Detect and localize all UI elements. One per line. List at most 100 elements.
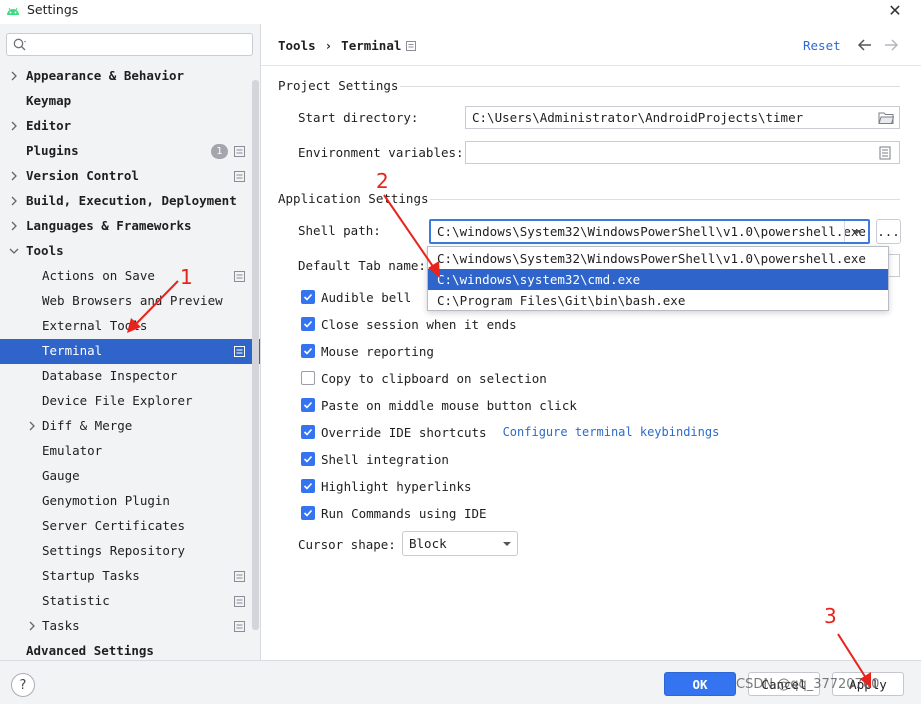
back-arrow-icon[interactable] (856, 37, 874, 53)
checkbox-row-copy-to-clipboard-on-selection[interactable]: Copy to clipboard on selection (301, 368, 547, 388)
project-scope-icon (234, 146, 245, 157)
annotation-number-3: 3 (824, 604, 837, 628)
sidebar-item-diff-merge[interactable]: Diff & Merge (0, 414, 260, 439)
sidebar-item-statistic[interactable]: Statistic (0, 589, 260, 614)
checkbox-checked[interactable] (301, 506, 315, 520)
ok-button[interactable]: OK (664, 672, 736, 696)
checkbox-row-highlight-hyperlinks[interactable]: Highlight hyperlinks (301, 476, 472, 496)
title-bar: Settings ✕ (0, 0, 921, 24)
close-button[interactable]: ✕ (884, 0, 906, 20)
project-scope-icon (234, 596, 245, 607)
checkbox-checked[interactable] (301, 398, 315, 412)
shell-option-powershell[interactable]: C:\windows\System32\WindowsPowerShell\v1… (428, 248, 888, 269)
checkmark-icon (303, 293, 313, 301)
checkbox-label: Highlight hyperlinks (321, 478, 472, 494)
sidebar-item-startup-tasks[interactable]: Startup Tasks (0, 564, 260, 589)
checkbox-row-paste-on-middle-mouse-button-click[interactable]: Paste on middle mouse button click (301, 395, 577, 415)
checkbox-row-audible-bell[interactable]: Audible bell (301, 287, 411, 307)
chevron-right-icon[interactable] (8, 70, 20, 82)
checkbox-checked[interactable] (301, 317, 315, 331)
search-box[interactable] (6, 33, 253, 56)
chevron-down-icon[interactable] (8, 245, 20, 257)
sidebar-item-device-file-explorer[interactable]: Device File Explorer (0, 389, 260, 414)
sidebar-item-settings-repository[interactable]: Settings Repository (0, 539, 260, 564)
checkbox-label: Shell integration (321, 451, 449, 467)
checkbox-row-close-session-when-it-ends[interactable]: Close session when it ends (301, 314, 517, 334)
folder-icon[interactable] (878, 111, 894, 125)
sidebar-item-server-certificates[interactable]: Server Certificates (0, 514, 260, 539)
sidebar-item-tools[interactable]: Tools (0, 239, 260, 264)
sidebar-item-advanced-settings[interactable]: Advanced Settings (0, 639, 260, 660)
sidebar-item-languages-frameworks[interactable]: Languages & Frameworks (0, 214, 260, 239)
shell-option-cmd[interactable]: C:\windows\system32\cmd.exe (428, 269, 888, 290)
chevron-right-icon[interactable] (8, 195, 20, 207)
checkmark-icon (303, 455, 313, 463)
checkmark-icon (303, 509, 313, 517)
sidebar-item-editor[interactable]: Editor (0, 114, 260, 139)
cursor-shape-label: Cursor shape: (298, 537, 396, 552)
sidebar-item-build-execution-deployment[interactable]: Build, Execution, Deployment (0, 189, 260, 214)
sidebar-item-label: Editor (26, 118, 72, 133)
edit-list-icon[interactable] (879, 146, 891, 160)
checkbox-row-override-ide-shortcuts[interactable]: Override IDE shortcuts Configure terminal… (301, 422, 719, 442)
checkbox-checked[interactable] (301, 425, 315, 439)
chevron-right-icon[interactable] (26, 420, 38, 432)
checkmark-icon (303, 320, 313, 328)
breadcrumb-separator: › (324, 38, 333, 53)
help-button[interactable]: ? (11, 673, 35, 697)
chevron-right-icon[interactable] (26, 620, 38, 632)
cancel-button[interactable]: Cancel (748, 672, 820, 696)
start-directory-field[interactable]: C:\Users\Administrator\AndroidProjects\t… (465, 106, 900, 129)
checkbox-label: Copy to clipboard on selection (321, 370, 547, 386)
sidebar-item-plugins[interactable]: Plugins 1 (0, 139, 260, 164)
reset-link[interactable]: Reset (803, 38, 841, 53)
shell-path-dropdown-button[interactable] (844, 221, 869, 242)
chevron-right-icon[interactable] (8, 120, 20, 132)
sidebar-item-emulator[interactable]: Emulator (0, 439, 260, 464)
sidebar-item-actions-on-save[interactable]: Actions on Save (0, 264, 260, 289)
cursor-shape-select[interactable]: Block (402, 531, 518, 556)
sidebar-item-label: Diff & Merge (42, 418, 133, 433)
checkbox-checked[interactable] (301, 344, 315, 358)
sidebar-item-appearance-behavior[interactable]: Appearance & Behavior (0, 64, 260, 89)
checkbox-checked[interactable] (301, 452, 315, 466)
browse-shell-button[interactable]: ... (876, 219, 901, 244)
checkbox-row-run-commands-using-ide[interactable]: Run Commands using IDE (301, 503, 487, 523)
checkbox-unchecked[interactable] (301, 371, 315, 385)
apply-button[interactable]: Apply (832, 672, 904, 696)
sidebar-item-gauge[interactable]: Gauge (0, 464, 260, 489)
sidebar-item-tasks[interactable]: Tasks (0, 614, 260, 639)
annotation-number-1: 1 (180, 265, 193, 289)
sidebar-item-version-control[interactable]: Version Control (0, 164, 260, 189)
breadcrumb-tools[interactable]: Tools (278, 38, 316, 53)
checkbox-label: Audible bell (321, 289, 412, 305)
sidebar-item-genymotion-plugin[interactable]: Genymotion Plugin (0, 489, 260, 514)
search-icon (13, 38, 26, 51)
forward-arrow-icon[interactable] (882, 37, 900, 53)
sidebar-scrollbar[interactable] (252, 80, 259, 630)
shell-path-combo[interactable]: C:\windows\System32\WindowsPowerShell\v1… (429, 219, 870, 244)
checkbox-row-mouse-reporting[interactable]: Mouse reporting (301, 341, 434, 361)
checkmark-icon (303, 401, 313, 409)
sidebar-item-keymap[interactable]: Keymap (0, 89, 260, 114)
sidebar-item-label: Startup Tasks (42, 568, 140, 583)
sidebar-item-label: Plugins (26, 143, 79, 158)
sidebar-item-terminal[interactable]: Terminal (0, 339, 260, 364)
checkbox-row-shell-integration[interactable]: Shell integration (301, 449, 449, 469)
search-input[interactable] (31, 36, 249, 53)
shell-option-bash[interactable]: C:\Program Files\Git\bin\bash.exe (428, 290, 888, 311)
configure-keybindings-link[interactable]: Configure terminal keybindings (503, 425, 720, 439)
sidebar-item-label: Version Control (26, 168, 139, 183)
update-count-badge: 1 (211, 144, 228, 159)
chevron-right-icon[interactable] (8, 220, 20, 232)
checkbox-checked[interactable] (301, 290, 315, 304)
env-vars-field[interactable] (465, 141, 900, 164)
sidebar-item-label: Build, Execution, Deployment (26, 193, 237, 208)
sidebar-item-web-browsers-and-preview[interactable]: Web Browsers and Preview (0, 289, 260, 314)
sidebar-item-external-tools[interactable]: External Tools (0, 314, 260, 339)
chevron-right-icon[interactable] (8, 170, 20, 182)
sidebar-item-label: Advanced Settings (26, 643, 154, 658)
checkbox-checked[interactable] (301, 479, 315, 493)
project-scope-icon (406, 41, 416, 51)
sidebar-item-database-inspector[interactable]: Database Inspector (0, 364, 260, 389)
